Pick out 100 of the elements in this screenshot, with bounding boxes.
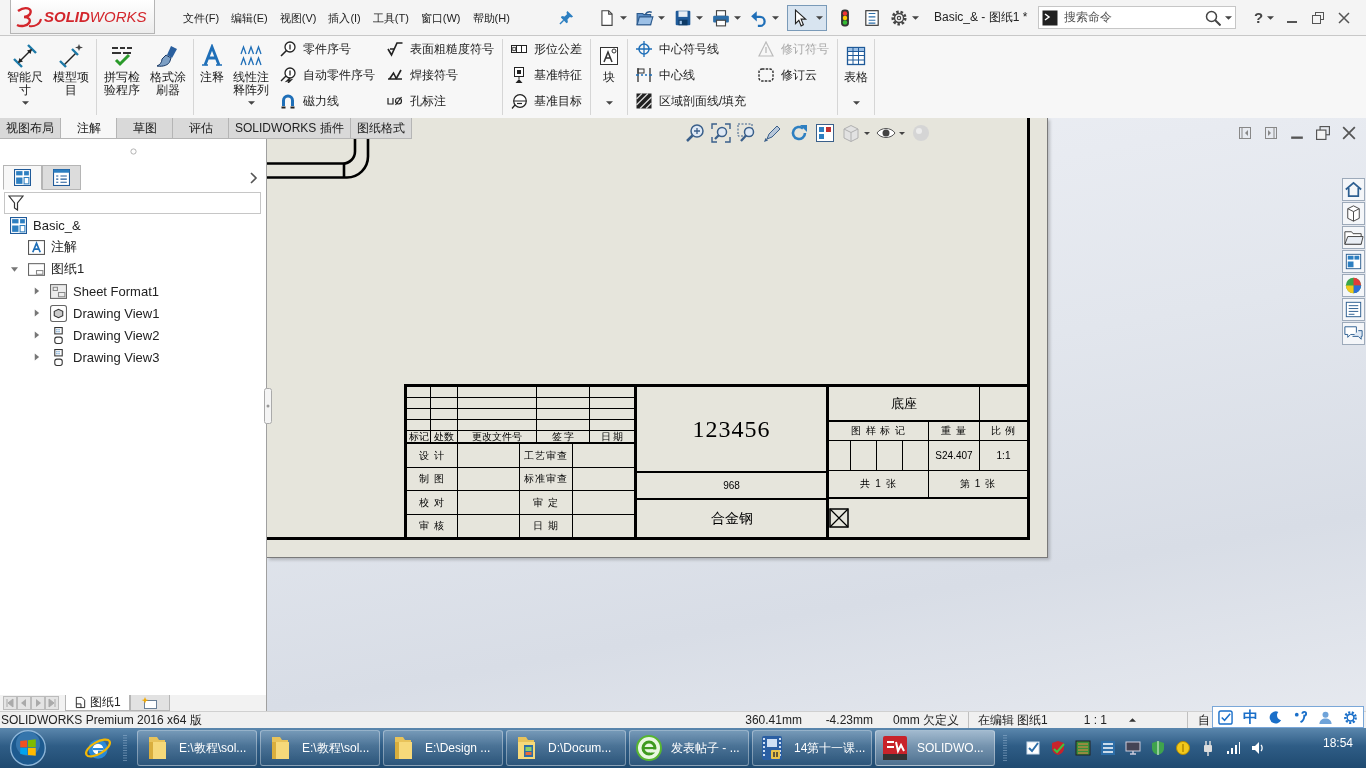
sheet-tab[interactable]: 图纸1 xyxy=(65,695,130,711)
select-button[interactable] xyxy=(787,4,827,31)
taskbar-button[interactable]: E:\教程\sol... xyxy=(260,730,380,766)
panel-left-icon[interactable] xyxy=(1238,126,1252,140)
settings-icon[interactable] xyxy=(890,8,908,27)
help-button[interactable]: ? xyxy=(1254,9,1264,26)
save-icon[interactable] xyxy=(674,8,692,27)
ribbon-button[interactable]: 中心线 xyxy=(633,62,750,88)
ribbon-button[interactable]: 零件序号 xyxy=(277,36,378,62)
taskbar-button[interactable]: D:\Docum... xyxy=(506,730,626,766)
user-icon[interactable] xyxy=(1318,709,1333,725)
menu-item[interactable]: 窗口(W) xyxy=(414,7,467,28)
properties-icon[interactable] xyxy=(1342,298,1365,321)
menu-item[interactable]: 视图(V) xyxy=(273,7,323,28)
clock[interactable]: 18:54 xyxy=(1322,736,1353,750)
ribbon-button[interactable]: 焊接符号 xyxy=(384,62,497,88)
add-sheet-tab[interactable] xyxy=(129,695,170,711)
ribbon-button[interactable]: 线性注释阵列 xyxy=(228,39,274,115)
ribbon-button[interactable]: 区域剖面线/填充 xyxy=(633,88,750,114)
speaker-icon[interactable] xyxy=(1250,740,1266,756)
open-folder-icon[interactable] xyxy=(636,8,654,27)
ribbon-button[interactable]: 格式涂刷器 xyxy=(145,39,191,115)
color-wheel-icon[interactable] xyxy=(1342,274,1365,297)
splitter-grip-icon[interactable] xyxy=(129,147,137,155)
ribbon-button[interactable]: 修订云 xyxy=(755,62,833,88)
ribbon-button[interactable]: 中心符号线 xyxy=(633,36,750,62)
pencil-icon[interactable] xyxy=(763,123,783,143)
caret-icon[interactable] xyxy=(912,15,919,20)
rotate-arrow-icon[interactable] xyxy=(789,123,809,143)
moon-icon[interactable] xyxy=(1268,709,1283,725)
taskbar-button[interactable]: 14第十一课... xyxy=(752,730,872,766)
caret-up-icon[interactable] xyxy=(1129,718,1136,722)
ribbon-button[interactable]: 基准目标 xyxy=(508,88,585,114)
scale-selector[interactable]: 1 : 1 xyxy=(1083,713,1107,727)
menu-item[interactable]: 编辑(E) xyxy=(225,7,274,28)
caret-icon[interactable] xyxy=(899,131,905,135)
undo-icon[interactable] xyxy=(750,8,768,27)
pin-icon[interactable] xyxy=(559,10,574,25)
filter-field[interactable] xyxy=(4,192,261,214)
monitor-icon[interactable] xyxy=(1125,740,1141,756)
list-sheet-icon[interactable] xyxy=(863,8,881,27)
caret-icon[interactable] xyxy=(247,101,255,105)
view-palette-icon[interactable] xyxy=(1342,250,1365,273)
tree-item[interactable]: Sheet Format1 xyxy=(73,283,159,299)
restore-icon[interactable] xyxy=(1312,11,1325,24)
caret-icon[interactable] xyxy=(620,15,627,20)
home-icon[interactable] xyxy=(1342,178,1365,201)
search-icon[interactable] xyxy=(1205,9,1221,26)
zoom-area-icon[interactable] xyxy=(737,123,757,143)
ribbon-button[interactable]: 注释 xyxy=(196,39,228,115)
caret-icon[interactable] xyxy=(1267,15,1275,20)
taskbar-button[interactable]: 发表帖子 - ... xyxy=(629,730,749,766)
caret-icon[interactable] xyxy=(864,131,870,135)
panel-right-icon[interactable] xyxy=(1264,126,1278,140)
checkbox-icon[interactable] xyxy=(1218,709,1233,725)
search-field[interactable]: 搜索命令 xyxy=(1038,6,1236,29)
collapsed-arrow-icon[interactable] xyxy=(33,353,40,361)
list-panel-icon[interactable] xyxy=(1100,740,1116,756)
caret-icon[interactable] xyxy=(696,15,703,20)
ribbon-button[interactable]: 孔标注 xyxy=(384,88,497,114)
signal-bars-icon[interactable] xyxy=(1225,740,1241,756)
taskbar-button[interactable]: E:\Design ... xyxy=(383,730,503,766)
folder-icon[interactable] xyxy=(1342,226,1365,249)
new-document-icon[interactable] xyxy=(598,8,616,27)
close-icon[interactable] xyxy=(1342,126,1356,140)
ribbon-button[interactable]: 智能尺寸 xyxy=(2,39,48,115)
caret-icon[interactable] xyxy=(605,101,613,105)
chat-bubbles-icon[interactable] xyxy=(1342,322,1365,345)
panel-tab[interactable] xyxy=(42,165,81,190)
tree-item[interactable]: 图纸1 xyxy=(51,260,85,278)
menu-item[interactable]: 帮助(H) xyxy=(466,7,516,28)
panel-tab[interactable] xyxy=(3,165,42,190)
coin-icon[interactable] xyxy=(1175,740,1191,756)
tree-item[interactable]: Drawing View2 xyxy=(73,327,160,343)
ribbon-button[interactable]: 模型项目 xyxy=(48,39,94,115)
caret-icon[interactable] xyxy=(852,101,860,105)
settings-icon[interactable] xyxy=(1343,709,1358,725)
menu-item[interactable]: 工具(T) xyxy=(366,7,415,28)
tree-item[interactable]: Drawing View1 xyxy=(73,305,160,321)
punctuation-icon[interactable] xyxy=(1293,709,1308,725)
close-icon[interactable] xyxy=(1338,11,1351,24)
menu-item[interactable]: 文件(F) xyxy=(177,7,226,28)
shield-icon[interactable] xyxy=(1150,740,1166,756)
ribbon-button[interactable]: 表面粗糙度符号 xyxy=(384,36,497,62)
caret-icon[interactable] xyxy=(21,101,29,105)
ime-mode-button[interactable]: 中 xyxy=(1243,709,1258,725)
caret-icon[interactable] xyxy=(772,15,779,20)
collapsed-arrow-icon[interactable] xyxy=(33,287,40,295)
parts-box-icon[interactable] xyxy=(1342,202,1365,225)
tree-item[interactable]: Drawing View3 xyxy=(73,349,160,365)
zoom-fit-icon[interactable] xyxy=(711,123,731,143)
taskbar-button[interactable]: E:\教程\sol... xyxy=(137,730,257,766)
tree-item[interactable]: 注解 xyxy=(51,238,77,256)
caret-icon[interactable] xyxy=(816,15,823,20)
collapsed-arrow-icon[interactable] xyxy=(33,309,40,317)
caret-icon[interactable] xyxy=(1225,15,1232,20)
shield-check-icon[interactable] xyxy=(1050,740,1066,756)
ribbon-button[interactable]: 形位公差 xyxy=(508,36,585,62)
ribbon-button[interactable]: 磁力线 xyxy=(277,88,378,114)
ribbon-tab[interactable]: 注解 xyxy=(61,118,117,138)
